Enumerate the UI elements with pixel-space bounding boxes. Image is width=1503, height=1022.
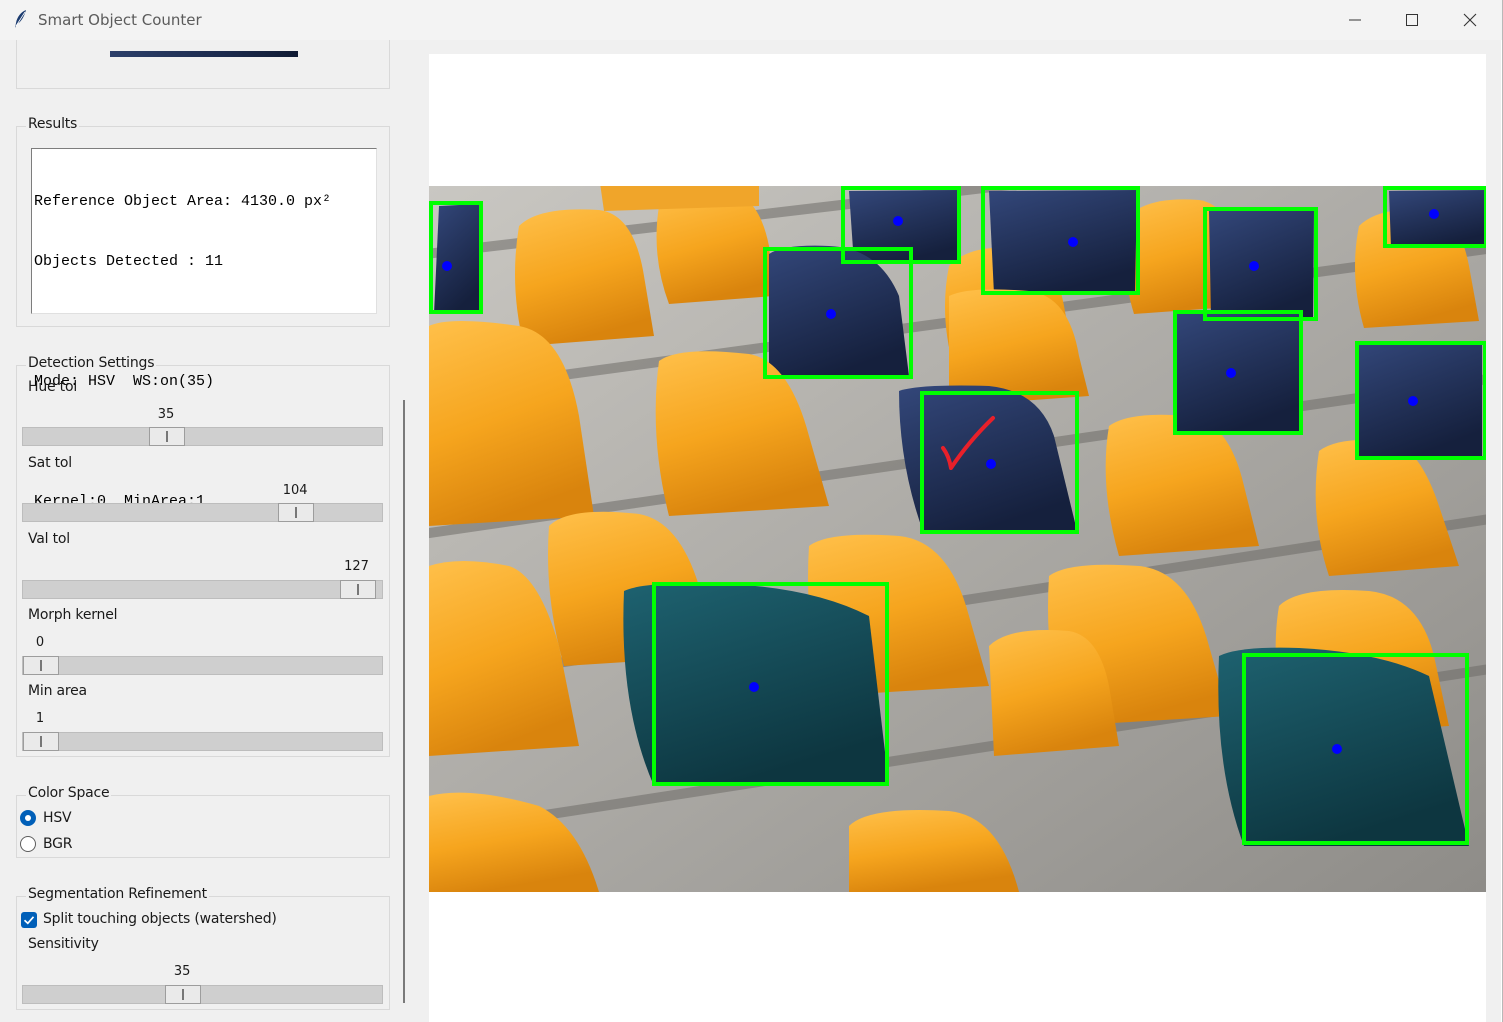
color-space-label: Color Space — [26, 785, 112, 801]
watershed-checkbox-label[interactable]: Split touching objects (watershed) — [43, 911, 277, 927]
sat-tol-value: 104 — [282, 483, 308, 498]
val-tol-value: 127 — [344, 559, 369, 574]
segmentation-label: Segmentation Refinement — [26, 886, 209, 902]
minimize-button[interactable] — [1326, 0, 1384, 40]
maximize-button[interactable] — [1383, 0, 1441, 40]
results-textbox[interactable]: Reference Object Area: 4130.0 px² Object… — [31, 148, 377, 510]
slider-thumb[interactable] — [23, 732, 59, 751]
stadium-seats-image — [429, 186, 1486, 892]
minimize-icon — [1349, 19, 1361, 21]
sensitivity-slider[interactable] — [22, 985, 383, 1004]
close-button[interactable] — [1441, 0, 1499, 40]
detection-result-image — [429, 186, 1486, 892]
val-tol-slider[interactable] — [22, 580, 383, 599]
slider-thumb[interactable] — [165, 985, 202, 1004]
app-window: Smart Object Counter Results Reference O… — [0, 0, 1503, 1022]
detection-settings-label: Detection Settings — [26, 355, 157, 371]
watershed-checkbox[interactable] — [21, 912, 37, 928]
sensitivity-label: Sensitivity — [28, 936, 99, 952]
sat-tol-slider[interactable] — [22, 503, 383, 522]
checkmark-icon — [23, 916, 35, 925]
results-line: Objects Detected : 11 — [34, 253, 224, 270]
slider-thumb[interactable] — [148, 427, 185, 446]
slider-thumb[interactable] — [339, 580, 376, 599]
sensitivity-value: 35 — [173, 964, 191, 979]
window-title: Smart Object Counter — [38, 11, 202, 29]
morph-kernel-label: Morph kernel — [28, 607, 118, 623]
results-line: Reference Object Area: 4130.0 px² — [34, 193, 332, 210]
preview-group — [16, 40, 390, 89]
sat-tol-label: Sat tol — [28, 455, 72, 471]
min-area-label: Min area — [28, 683, 87, 699]
slider-thumb[interactable] — [23, 656, 59, 675]
bgr-radio-label[interactable]: BGR — [43, 836, 73, 852]
preview-thumbnail — [110, 51, 298, 57]
min-area-value: 1 — [35, 711, 45, 726]
bgr-radio[interactable] — [20, 836, 36, 852]
results-label: Results — [26, 116, 80, 132]
hsv-radio-label[interactable]: HSV — [43, 810, 72, 826]
morph-kernel-slider[interactable] — [22, 656, 383, 675]
hue-tol-value: 35 — [157, 407, 175, 422]
hue-tol-slider[interactable] — [22, 427, 383, 446]
morph-kernel-value: 0 — [35, 635, 45, 650]
hsv-radio[interactable] — [20, 810, 36, 826]
slider-thumb[interactable] — [278, 503, 315, 522]
feather-icon — [15, 10, 26, 28]
min-area-slider[interactable] — [22, 732, 383, 751]
close-icon — [1463, 13, 1477, 27]
left-panel-scrollbar[interactable] — [403, 400, 405, 1003]
title-bar[interactable]: Smart Object Counter — [0, 0, 1502, 40]
maximize-icon — [1406, 14, 1418, 26]
val-tol-label: Val tol — [28, 531, 70, 547]
results-line — [34, 312, 376, 332]
hue-tol-label: Hue tol — [28, 379, 78, 395]
